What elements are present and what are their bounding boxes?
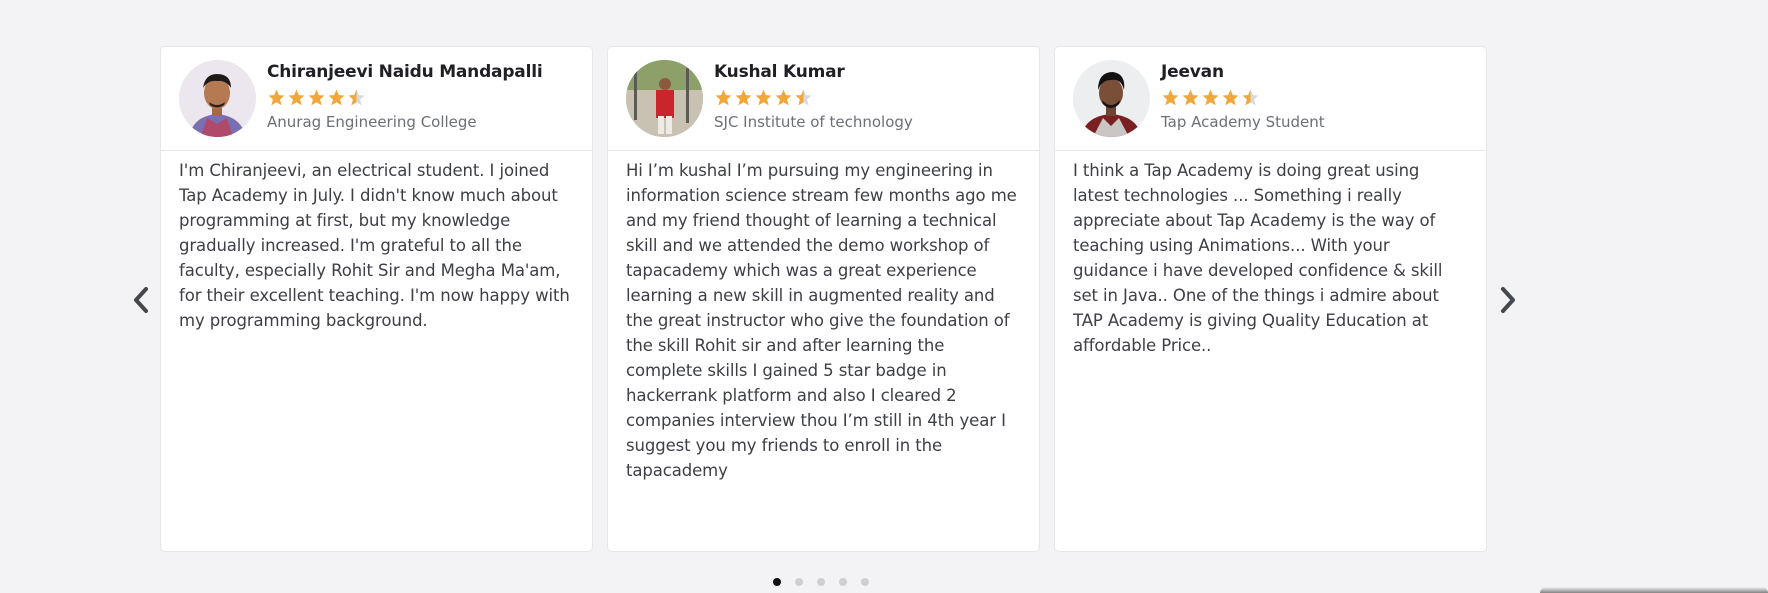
star-rating [1161,87,1325,107]
star-rating [714,87,913,107]
review-text: I'm Chiranjeevi, an electrical student. … [179,161,570,330]
pagination-dot-2[interactable] [795,578,803,586]
next-slide-button[interactable] [1493,281,1523,319]
prev-slide-button[interactable] [126,281,156,319]
testimonial-card: Jeevan Tap Academy Student I think a Tap… [1054,46,1487,552]
pagination-dot-1[interactable] [773,578,781,586]
reviewer-name: Kushal Kumar [714,62,845,82]
star-filled-icon [1182,89,1199,105]
star-filled-icon [715,89,732,105]
star-filled-icon [735,89,752,105]
star-filled-icon [328,89,345,105]
floating-widget-edge [1540,587,1768,593]
card-header: Jeevan Tap Academy Student [1055,47,1486,151]
card-header: Chiranjeevi Naidu Mandapalli Anurag Engi… [161,47,592,151]
reviewer-college: Anurag Engineering College [267,113,477,131]
testimonial-card: Chiranjeevi Naidu Mandapalli Anurag Engi… [160,46,593,552]
star-filled-icon [1162,89,1179,105]
reviewer-name: Jeevan [1161,62,1224,82]
avatar [1073,60,1150,137]
star-filled-icon [775,89,792,105]
star-half-icon [795,89,812,105]
pagination-dot-3[interactable] [817,578,825,586]
reviewer-college: SJC Institute of technology [714,113,913,131]
review-text: Hi I’m kushal I’m pursuing my engineerin… [626,161,1017,480]
star-filled-icon [1202,89,1219,105]
testimonial-cards: Chiranjeevi Naidu Mandapalli Anurag Engi… [160,46,1487,552]
star-rating [267,87,542,107]
star-filled-icon [308,89,325,105]
reviewer-name: Chiranjeevi Naidu Mandapalli [267,62,543,82]
star-half-icon [1242,89,1259,105]
star-filled-icon [288,89,305,105]
avatar [626,60,703,137]
chevron-left-icon [134,287,148,313]
card-header: Kushal Kumar SJC Institute of technology [608,47,1039,151]
pagination-dot-5[interactable] [861,578,869,586]
star-filled-icon [1222,89,1239,105]
star-half-icon [348,89,365,105]
reviewer-college: Tap Academy Student [1161,113,1325,131]
reviewer-info: Jeevan Tap Academy Student [1161,61,1325,132]
review-text: I think a Tap Academy is doing great usi… [1073,161,1443,355]
reviewer-info: Kushal Kumar SJC Institute of technology [714,61,913,132]
chevron-right-icon [1501,287,1515,313]
star-filled-icon [755,89,772,105]
reviewer-info: Chiranjeevi Naidu Mandapalli Anurag Engi… [267,61,543,132]
pagination-dot-4[interactable] [839,578,847,586]
star-filled-icon [268,89,285,105]
testimonial-card: Kushal Kumar SJC Institute of technology… [607,46,1040,552]
carousel-pagination [773,578,869,586]
testimonial-carousel: Chiranjeevi Naidu Mandapalli Anurag Engi… [0,0,1768,593]
avatar [179,60,256,137]
